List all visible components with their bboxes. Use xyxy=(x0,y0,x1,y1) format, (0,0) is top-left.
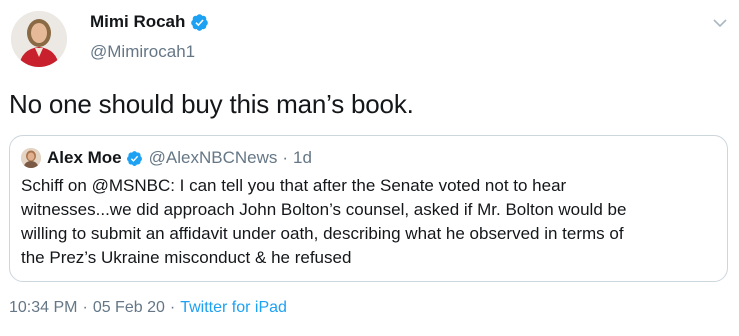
quoted-tweet-line: willing to submit an affidavit under oat… xyxy=(21,224,624,243)
quoted-author-avatar[interactable] xyxy=(21,148,41,168)
separator-dot: · xyxy=(82,299,88,316)
quoted-author-name[interactable]: Alex Moe xyxy=(47,148,122,168)
quoted-tweet-line: Schiff on @MSNBC: I can tell you that af… xyxy=(21,176,567,195)
quoted-tweet[interactable]: Alex Moe @AlexNBCNews · 1d Schiff on @MS… xyxy=(9,135,728,282)
separator-dot: · xyxy=(169,299,176,316)
quoted-tweet-line: witnesses...we did approach John Bolton’… xyxy=(21,200,627,219)
quoted-author-handle[interactable]: @AlexNBCNews xyxy=(149,148,278,168)
author-avatar[interactable] xyxy=(11,11,67,67)
tweet-meta: 10:34 PM · 05 Feb 20 · Twitter for iPad xyxy=(9,299,287,317)
author-name-row[interactable]: Mimi Rocah xyxy=(90,12,209,32)
quoted-tweet-time[interactable]: 1d xyxy=(293,148,312,168)
author-display-name[interactable]: Mimi Rocah xyxy=(90,12,185,32)
tweet-text: No one should buy this man’s book. xyxy=(9,89,414,119)
quoted-tweet-text: Schiff on @MSNBC: I can tell you that af… xyxy=(21,174,721,270)
tweet-date[interactable]: 05 Feb 20 xyxy=(93,299,165,317)
tweet-time[interactable]: 10:34 PM xyxy=(9,299,77,317)
verified-badge-icon xyxy=(126,150,142,166)
verified-badge-icon xyxy=(191,13,209,31)
author-handle[interactable]: @Mimirocah1 xyxy=(90,42,195,62)
tweet-source-link[interactable]: Twitter for iPad xyxy=(180,299,287,317)
quoted-tweet-line: the Prez’s Ukraine misconduct & he refus… xyxy=(21,248,352,267)
separator-dot: · xyxy=(282,148,289,167)
chevron-down-icon[interactable] xyxy=(713,18,727,28)
tweet-card: Mimi Rocah @Mimirocah1 No one should buy… xyxy=(0,0,739,336)
quoted-tweet-header: Alex Moe @AlexNBCNews · 1d xyxy=(47,148,312,168)
